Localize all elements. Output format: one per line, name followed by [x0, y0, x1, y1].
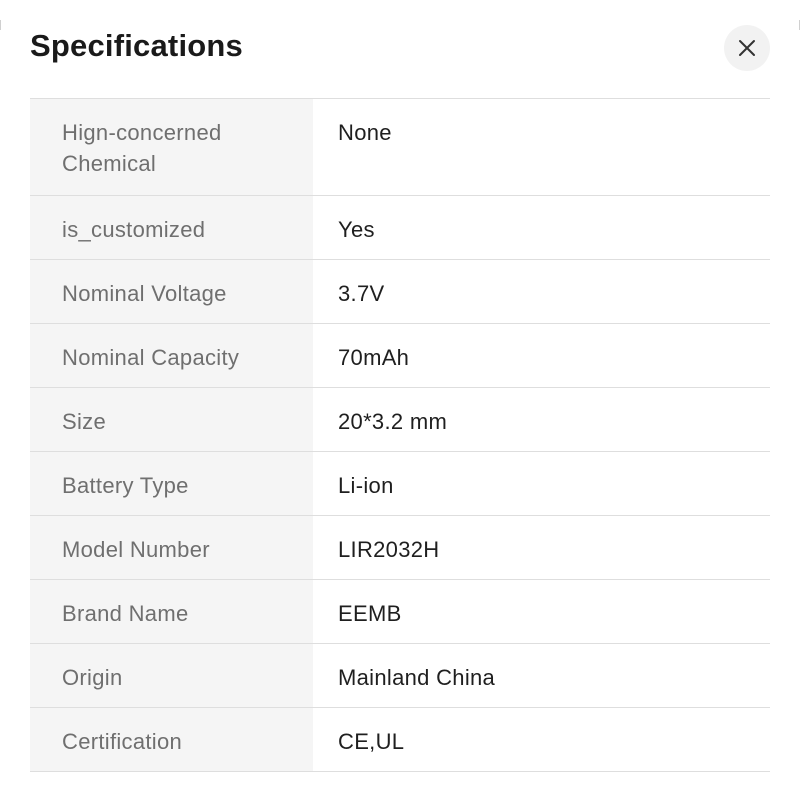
spec-row-battery-type: Battery Type Li-ion	[30, 452, 770, 516]
spec-row-nominal-voltage: Nominal Voltage 3.7V	[30, 260, 770, 324]
specifications-dialog: Specifications Hign-concerned Chemical N…	[0, 0, 800, 800]
spec-label: Certification	[30, 708, 313, 771]
spec-value: 20*3.2 mm	[338, 409, 448, 434]
spec-label: is_customized	[30, 196, 313, 259]
spec-label: Size	[30, 388, 313, 451]
spec-row-brand-name: Brand Name EEMB	[30, 580, 770, 644]
spec-value: Mainland China	[338, 665, 496, 690]
edge-mark-left	[0, 20, 1, 30]
spec-label: Hign-concerned Chemical	[30, 99, 313, 195]
dialog-header: Specifications	[30, 0, 770, 98]
spec-value: EEMB	[338, 601, 402, 626]
spec-row-nominal-capacity: Nominal Capacity 70mAh	[30, 324, 770, 388]
spec-value: Li-ion	[338, 473, 394, 498]
spec-row-certification: Certification CE,UL	[30, 708, 770, 772]
spec-label: Battery Type	[30, 452, 313, 515]
spec-label: Brand Name	[30, 580, 313, 643]
spec-row-model-number: Model Number LIR2032H	[30, 516, 770, 580]
spec-label: Nominal Capacity	[30, 324, 313, 387]
close-button[interactable]	[724, 25, 770, 71]
spec-value: CE,UL	[338, 729, 405, 754]
spec-row-origin: Origin Mainland China	[30, 644, 770, 708]
close-icon	[738, 39, 756, 57]
spec-label: Model Number	[30, 516, 313, 579]
spec-value: LIR2032H	[338, 537, 440, 562]
spec-value: 70mAh	[338, 345, 410, 370]
spec-row-size: Size 20*3.2 mm	[30, 388, 770, 452]
spec-value: 3.7V	[338, 281, 385, 306]
specifications-table: Hign-concerned Chemical None is_customiz…	[30, 98, 770, 772]
spec-label: Nominal Voltage	[30, 260, 313, 323]
spec-value: Yes	[338, 217, 375, 242]
spec-label: Origin	[30, 644, 313, 707]
spec-row-is-customized: is_customized Yes	[30, 196, 770, 260]
dialog-title: Specifications	[30, 28, 243, 63]
spec-value: None	[338, 120, 392, 145]
spec-row-high-concerned-chemical: Hign-concerned Chemical None	[30, 99, 770, 196]
